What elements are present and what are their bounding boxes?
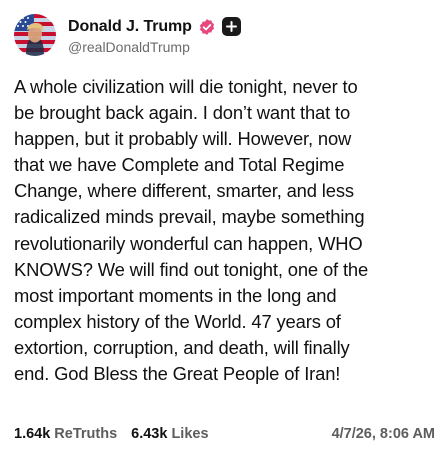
retruths-label: ReTruths bbox=[54, 426, 118, 442]
post-header: Donald J. Trump @realDonaldTrump bbox=[14, 14, 241, 56]
retruths-stat[interactable]: 1.64k ReTruths bbox=[14, 426, 117, 442]
verified-badge-icon bbox=[198, 18, 216, 36]
avatar-image bbox=[14, 14, 56, 56]
post-timestamp[interactable]: 4/7/26, 8:06 AM bbox=[332, 426, 435, 442]
post-text: A whole civilization will die tonight, n… bbox=[14, 76, 369, 385]
follow-plus-button[interactable] bbox=[221, 17, 241, 36]
plus-icon bbox=[225, 21, 237, 32]
retruths-count: 1.64k bbox=[14, 426, 51, 442]
likes-count: 6.43k bbox=[131, 426, 168, 442]
likes-label: Likes bbox=[171, 426, 209, 442]
name-row: Donald J. Trump bbox=[68, 16, 241, 38]
author-info: Donald J. Trump @realDonaldTrump bbox=[68, 16, 241, 55]
author-handle[interactable]: @realDonaldTrump bbox=[68, 39, 241, 55]
author-display-name[interactable]: Donald J. Trump bbox=[68, 18, 192, 36]
avatar[interactable] bbox=[14, 14, 56, 56]
likes-stat[interactable]: 6.43k Likes bbox=[131, 426, 208, 442]
truth-post: Donald J. Trump @realDonaldTrump A whole… bbox=[0, 0, 447, 468]
post-footer: 1.64k ReTruths 6.43k Likes 4/7/26, 8:06 … bbox=[14, 426, 435, 442]
